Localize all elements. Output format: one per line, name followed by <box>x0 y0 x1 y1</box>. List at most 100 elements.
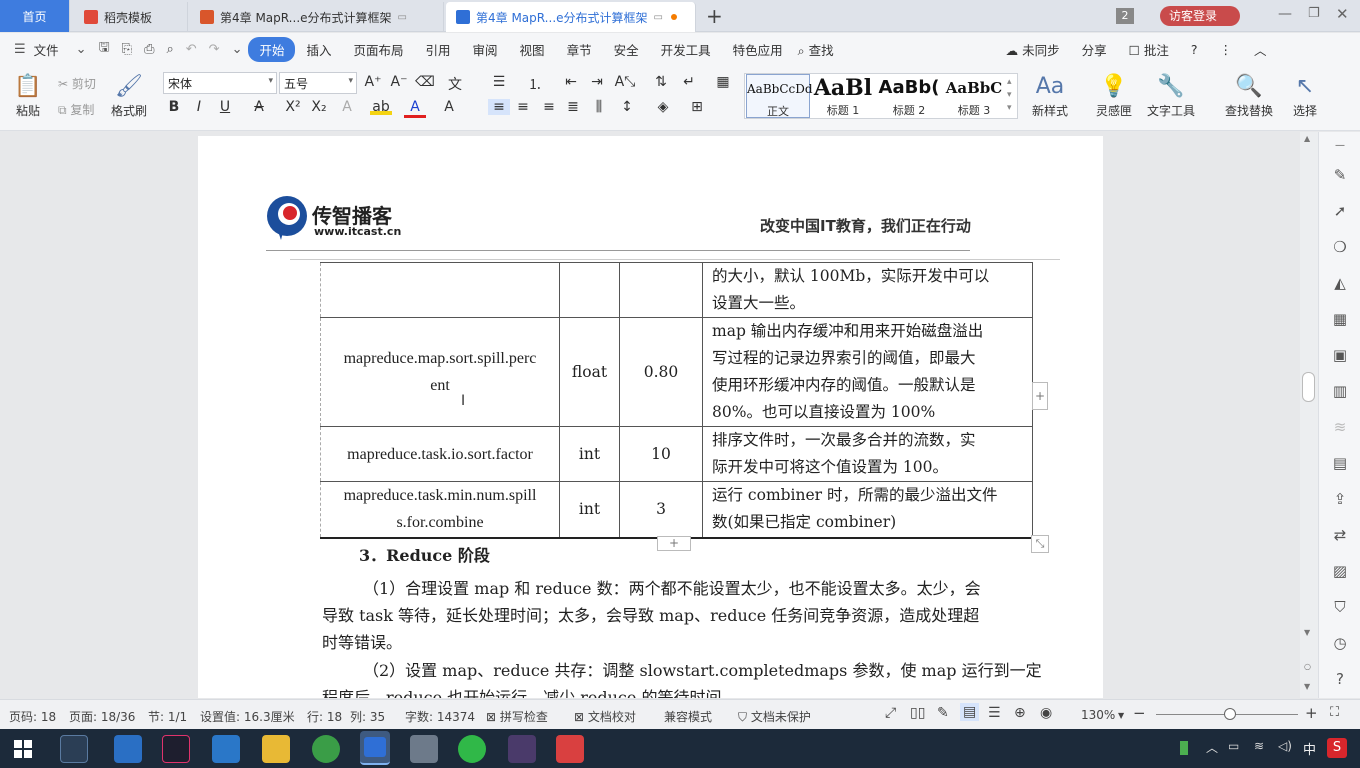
menu-security[interactable]: 安全 <box>603 40 650 59</box>
underline-icon[interactable]: U <box>214 99 236 115</box>
scroll-thumb[interactable] <box>1302 372 1315 402</box>
style-normal[interactable]: AaBbCcDd 正文 <box>746 74 813 118</box>
style-heading-1[interactable]: AaBl 标题 1 <box>811 74 875 118</box>
italic-icon[interactable]: I <box>188 99 210 115</box>
new-tab-button[interactable]: + <box>706 4 723 28</box>
proofread-toggle[interactable]: ⊠ 文档校对 <box>574 708 636 725</box>
eye-protect-icon[interactable]: ◉ <box>1040 705 1052 721</box>
text-tools-button[interactable]: 🔧 文字工具 <box>1140 72 1202 119</box>
read-mode-icon[interactable]: ▯▯ <box>910 705 925 721</box>
app-editor-icon[interactable] <box>212 735 240 763</box>
zoom-slider-thumb[interactable] <box>1224 708 1236 720</box>
pointer-icon[interactable]: ➚ <box>1330 202 1350 220</box>
char-shading-icon[interactable]: A <box>438 99 460 115</box>
grow-font-icon[interactable]: A⁺ <box>362 74 384 90</box>
help-button[interactable]: ? <box>1180 42 1209 57</box>
hamburger-icon[interactable]: ☰ <box>0 42 32 57</box>
sidebar-collapse-icon[interactable]: — <box>1330 140 1350 151</box>
ime-s-icon[interactable]: S <box>1327 738 1347 758</box>
comment-button[interactable]: ☐ 批注 <box>1118 40 1180 59</box>
scroll-up-icon[interactable]: ▲ <box>1304 134 1310 143</box>
highlight-icon[interactable]: ab <box>370 99 392 115</box>
select-button[interactable]: ↖ 选择 <box>1286 72 1324 119</box>
chevron-down-icon[interactable]: ⌄ <box>70 42 93 57</box>
sync-status[interactable]: ☁ 未同步 <box>995 40 1071 59</box>
tab-home[interactable]: 首页 <box>0 0 70 32</box>
text-effect-icon[interactable]: A <box>336 99 358 115</box>
app-vm-icon[interactable] <box>410 735 438 763</box>
picture-icon[interactable]: ▨ <box>1330 562 1350 580</box>
layers-icon[interactable]: ◭ <box>1330 274 1350 292</box>
collapse-ribbon-icon[interactable]: ︿ <box>1243 40 1278 59</box>
vertical-scrollbar[interactable]: ▲ ▼ ○ ▼ <box>1300 132 1318 698</box>
cut-button[interactable]: ✂ 剪切 <box>58 75 96 92</box>
help-icon[interactable]: ? <box>1330 670 1350 688</box>
status-page[interactable]: 页面: 18/36 <box>69 708 135 725</box>
zoom-in-icon[interactable]: + <box>1305 704 1318 722</box>
show-marks-icon[interactable]: ↵ <box>678 74 700 90</box>
inspiration-button[interactable]: 💡 灵感匣 <box>1092 72 1136 119</box>
translate-icon[interactable]: ⇄ <box>1330 526 1350 544</box>
line-spacing-icon[interactable]: ↕ <box>616 99 638 115</box>
next-page-icon[interactable]: ▼ <box>1304 682 1310 691</box>
restore-icon[interactable]: ❐ <box>1308 6 1320 21</box>
print-icon[interactable]: ⎙ <box>138 42 160 57</box>
grid-icon[interactable]: ▣ <box>1330 346 1350 364</box>
volume-icon[interactable]: ◁) <box>1278 739 1292 753</box>
disabled-tool-icon[interactable]: ≋ <box>1330 418 1350 436</box>
add-row-button[interactable]: + <box>657 536 691 551</box>
minimize-icon[interactable]: — <box>1278 6 1292 22</box>
status-page-code[interactable]: 页码: 18 <box>9 708 56 725</box>
ime-indicator[interactable]: 中 <box>1303 739 1316 758</box>
status-row[interactable]: 行: 18 <box>307 708 342 725</box>
numbered-list-icon[interactable]: ⒈ <box>524 74 546 94</box>
protect-status[interactable]: ⛉ 文档未保护 <box>738 708 811 725</box>
app-explorer-icon[interactable] <box>262 735 290 763</box>
copy-button[interactable]: ⧉ 复制 <box>58 101 94 118</box>
shading-icon[interactable]: ◈ <box>652 99 674 115</box>
fullscreen-icon[interactable]: ⤢ <box>885 705 896 721</box>
add-column-button[interactable]: + <box>1032 382 1048 410</box>
align-right-icon[interactable]: ≡ <box>538 99 560 115</box>
app-game-icon[interactable] <box>508 735 536 763</box>
table-icon[interactable]: ▦ <box>1330 310 1350 328</box>
style-heading-3[interactable]: AaBbC 标题 3 <box>943 74 1005 118</box>
menu-insert[interactable]: 插入 <box>295 40 342 59</box>
menu-layout[interactable]: 页面布局 <box>343 40 415 59</box>
paste-button[interactable]: 📋 粘贴 <box>10 72 46 119</box>
close-icon[interactable]: ✕ <box>1336 5 1349 23</box>
network-icon[interactable]: ▭ <box>1228 739 1239 753</box>
font-color-icon[interactable]: A <box>404 99 426 118</box>
table-border-icon[interactable]: ▦ <box>712 74 734 90</box>
distribute-icon[interactable]: ⫼ <box>588 99 610 115</box>
menu-features[interactable]: 特色应用 <box>722 40 794 59</box>
shapes-icon[interactable]: ❍ <box>1330 238 1350 256</box>
wifi-icon[interactable]: ≋ <box>1254 739 1264 753</box>
justify-icon[interactable]: ≣ <box>562 99 584 115</box>
increase-indent-icon[interactable]: ⇥ <box>586 74 608 90</box>
subscript-icon[interactable]: X₂ <box>308 99 330 115</box>
app-red-icon[interactable] <box>556 735 584 763</box>
prev-page-icon[interactable]: ▼ <box>1304 628 1310 637</box>
tab-docer-templates[interactable]: 稻壳模板 <box>74 2 188 32</box>
menu-view[interactable]: 视图 <box>509 40 556 59</box>
shrink-font-icon[interactable]: A⁻ <box>388 74 410 90</box>
export-icon[interactable]: ⎘ <box>116 42 138 57</box>
menu-home[interactable]: 开始 <box>248 36 296 62</box>
table-resize-handle[interactable]: ⤡ <box>1031 535 1049 553</box>
decrease-indent-icon[interactable]: ⇤ <box>560 74 582 90</box>
font-name-select[interactable]: 宋体 <box>163 72 277 94</box>
redo-icon[interactable]: ↷ <box>203 42 226 57</box>
zoom-out-icon[interactable]: − <box>1133 704 1146 722</box>
menu-chapter[interactable]: 章节 <box>556 40 603 59</box>
menu-references[interactable]: 引用 <box>415 40 462 59</box>
tab-word-doc[interactable]: 第4章 MapR...e分布式计算框架 ▭ <box>446 2 696 32</box>
login-button[interactable]: 访客登录 <box>1160 6 1240 26</box>
superscript-icon[interactable]: X² <box>282 99 304 115</box>
print-preview-icon[interactable]: ⌕ <box>160 42 179 57</box>
gallery-scroll-icon[interactable]: ▴ ▾ ▾ <box>1007 76 1012 115</box>
page-view-icon[interactable]: ▤ <box>960 703 980 721</box>
strikethrough-icon[interactable]: A <box>248 99 270 115</box>
app-chrome-icon[interactable] <box>312 735 340 763</box>
style-heading-2[interactable]: AaBb( 标题 2 <box>876 74 942 118</box>
